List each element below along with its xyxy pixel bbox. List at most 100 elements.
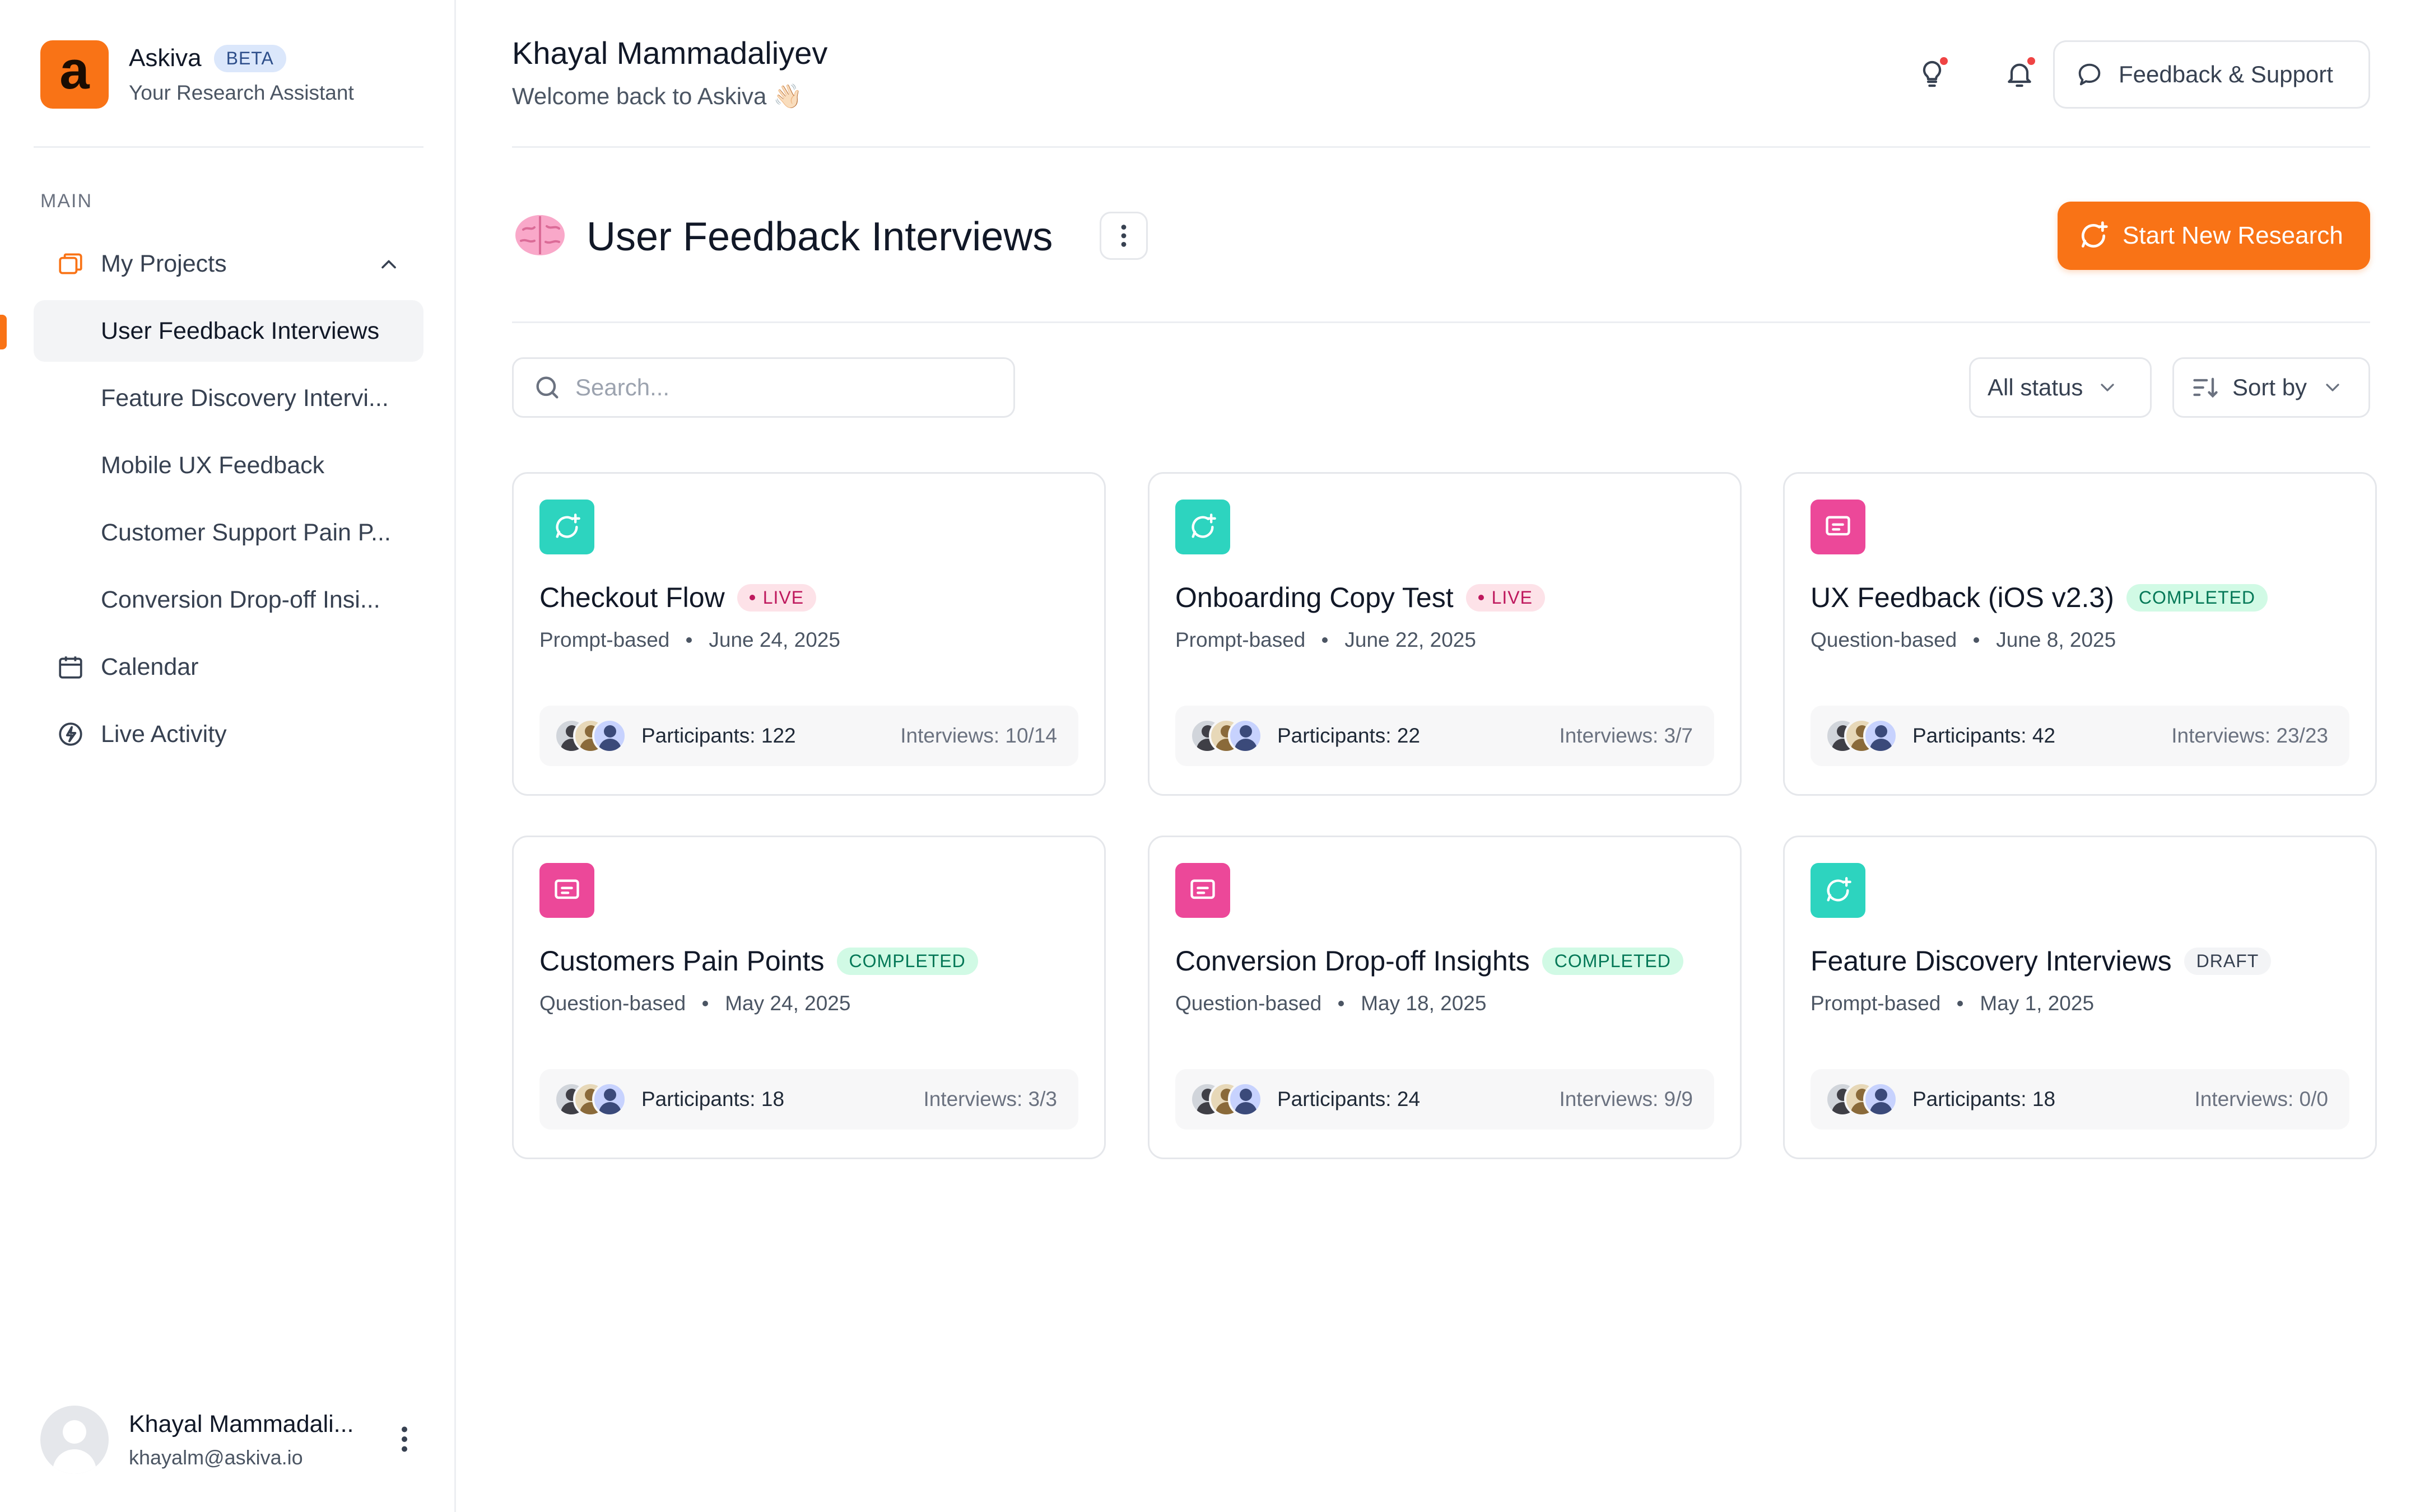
- start-new-research-button[interactable]: Start New Research: [2058, 202, 2370, 270]
- project-more-icon[interactable]: [1100, 212, 1148, 260]
- interviews-count: Interviews: 3/7: [1559, 724, 1693, 747]
- sort-icon: [2193, 377, 2218, 398]
- lightning-circle-icon: [56, 720, 85, 749]
- participants-count: Participants: 24: [1277, 1088, 1421, 1110]
- card-title: Feature Discovery Interviews: [1811, 945, 2172, 977]
- more-vertical-icon[interactable]: [388, 1422, 421, 1456]
- research-card[interactable]: Conversion Drop-off Insights COMPLETED Q…: [1148, 836, 1742, 1159]
- sidebar-project-customer-support[interactable]: Customer Support Pain P...: [34, 502, 424, 563]
- card-title: Customers Pain Points: [539, 945, 825, 977]
- research-card[interactable]: Checkout Flow LIVE Prompt-based June 24,…: [512, 472, 1106, 796]
- sidebar-project-user-feedback[interactable]: User Feedback Interviews: [34, 300, 424, 362]
- main-content: Khayal Mammadaliyev Welcome back to Aski…: [457, 0, 2420, 1512]
- feedback-support-button[interactable]: Feedback & Support: [2053, 40, 2370, 109]
- card-stats: Participants: 122 Interviews: 10/14: [539, 706, 1078, 766]
- sidebar-item-live-activity[interactable]: Live Activity: [34, 703, 424, 765]
- card-stats: Participants: 18 Interviews: 0/0: [1811, 1069, 2349, 1130]
- greeting-subtitle: Welcome back to Askiva 👋🏻: [512, 83, 803, 109]
- participant-avatars: [554, 718, 627, 753]
- lightbulb-icon[interactable]: [1912, 54, 1952, 94]
- chat-bubble-icon: [2078, 63, 2101, 86]
- chat-plus-icon: [2082, 221, 2108, 248]
- card-stats: Participants: 42 Interviews: 23/23: [1811, 706, 2349, 766]
- status-badge: COMPLETED: [2126, 584, 2268, 612]
- research-card[interactable]: Customers Pain Points COMPLETED Question…: [512, 836, 1106, 1159]
- status-filter-dropdown[interactable]: All status: [1969, 357, 2152, 418]
- card-stats: Participants: 24 Interviews: 9/9: [1175, 1069, 1714, 1130]
- sidebar-nav: My Projects User Feedback Interviews Fea…: [34, 233, 424, 771]
- status-badge: LIVE: [1465, 584, 1545, 612]
- meta-separator: [1322, 637, 1328, 643]
- meta-separator: [1338, 1001, 1344, 1006]
- message-square-icon: [1175, 863, 1230, 918]
- research-card[interactable]: UX Feedback (iOS v2.3) COMPLETED Questio…: [1783, 472, 2377, 796]
- message-square-icon: [539, 863, 594, 918]
- search-icon: [536, 376, 559, 399]
- card-title: Checkout Flow: [539, 582, 725, 613]
- beta-badge: BETA: [213, 44, 286, 72]
- interviews-count: Interviews: 23/23: [2171, 724, 2328, 747]
- chevron-up-icon[interactable]: [376, 252, 401, 277]
- card-type: Question-based: [1811, 628, 1957, 651]
- meta-separator: [1957, 1001, 1963, 1006]
- sidebar-item-label: Customer Support Pain P...: [101, 519, 391, 546]
- sidebar-divider: [34, 146, 424, 148]
- card-date: May 18, 2025: [1361, 992, 1487, 1015]
- user-email: khayalm@askiva.io: [129, 1445, 303, 1469]
- user-profile[interactable]: Khayal Mammadali... khayalm@askiva.io: [40, 1406, 421, 1474]
- content-divider: [512, 321, 2370, 323]
- sidebar-item-label: Conversion Drop-off Insi...: [101, 586, 380, 613]
- sidebar-item-my-projects[interactable]: My Projects: [34, 233, 424, 295]
- status-badge-label: COMPLETED: [2138, 587, 2256, 608]
- participants-count: Participants: 122: [641, 724, 796, 747]
- sidebar: a Askiva BETA Your Research Assistant MA…: [0, 0, 456, 1512]
- participant-avatars: [1825, 1082, 1898, 1117]
- folders-icon: [56, 249, 85, 278]
- participants-count: Participants: 22: [1277, 724, 1421, 747]
- sidebar-project-conversion[interactable]: Conversion Drop-off Insi...: [34, 569, 424, 631]
- project-title: User Feedback Interviews: [587, 214, 1053, 259]
- research-card[interactable]: Feature Discovery Interviews DRAFT Promp…: [1783, 836, 2377, 1159]
- status-badge: COMPLETED: [836, 947, 978, 975]
- card-date: May 24, 2025: [725, 992, 851, 1015]
- sidebar-item-label: User Feedback Interviews: [101, 317, 380, 344]
- message-square-icon: [1811, 500, 1865, 554]
- chevron-down-icon: [2101, 384, 2115, 391]
- chat-sparkle-icon: [539, 500, 594, 554]
- participant-avatars: [1190, 1082, 1263, 1117]
- status-badge: LIVE: [737, 584, 817, 612]
- status-badge: DRAFT: [2184, 947, 2272, 975]
- status-filter-label: All status: [1988, 374, 2083, 400]
- interviews-count: Interviews: 0/0: [2194, 1088, 2328, 1110]
- status-badge-label: COMPLETED: [1554, 950, 1671, 971]
- app-subtitle: Your Research Assistant: [129, 81, 354, 104]
- status-badge-label: LIVE: [762, 587, 804, 608]
- card-date: May 1, 2025: [1980, 992, 2095, 1015]
- brand[interactable]: a Askiva BETA Your Research Assistant: [40, 40, 354, 109]
- askiva-logo: a: [40, 40, 109, 109]
- sidebar-project-mobile-ux[interactable]: Mobile UX Feedback: [34, 435, 424, 496]
- sidebar-item-calendar[interactable]: Calendar: [34, 636, 424, 698]
- meta-separator: [702, 1001, 709, 1006]
- sidebar-item-label: Feature Discovery Intervi...: [101, 384, 389, 412]
- sort-dropdown[interactable]: Sort by: [2172, 357, 2370, 418]
- sidebar-project-feature-discovery[interactable]: Feature Discovery Intervi...: [34, 367, 424, 429]
- card-stats: Participants: 18 Interviews: 3/3: [539, 1069, 1078, 1130]
- participant-avatars: [1190, 718, 1263, 753]
- status-badge-label: COMPLETED: [849, 950, 966, 971]
- meta-separator: [686, 637, 692, 643]
- card-date: June 22, 2025: [1344, 628, 1476, 651]
- sort-label: Sort by: [2232, 374, 2307, 400]
- bell-icon[interactable]: [1999, 54, 2040, 94]
- participants-count: Participants: 42: [1912, 724, 2056, 747]
- section-label-main: MAIN: [40, 190, 92, 212]
- chat-sparkle-icon: [1175, 500, 1230, 554]
- card-type: Prompt-based: [1175, 628, 1306, 651]
- start-new-research-label: Start New Research: [2123, 222, 2343, 249]
- research-card[interactable]: Onboarding Copy Test LIVE Prompt-based J…: [1148, 472, 1742, 796]
- meta-separator: [1974, 637, 1980, 643]
- search-placeholder: Search...: [575, 374, 670, 400]
- search-input[interactable]: Search...: [512, 357, 1015, 418]
- interviews-count: Interviews: 3/3: [923, 1088, 1057, 1110]
- interviews-count: Interviews: 9/9: [1559, 1088, 1693, 1110]
